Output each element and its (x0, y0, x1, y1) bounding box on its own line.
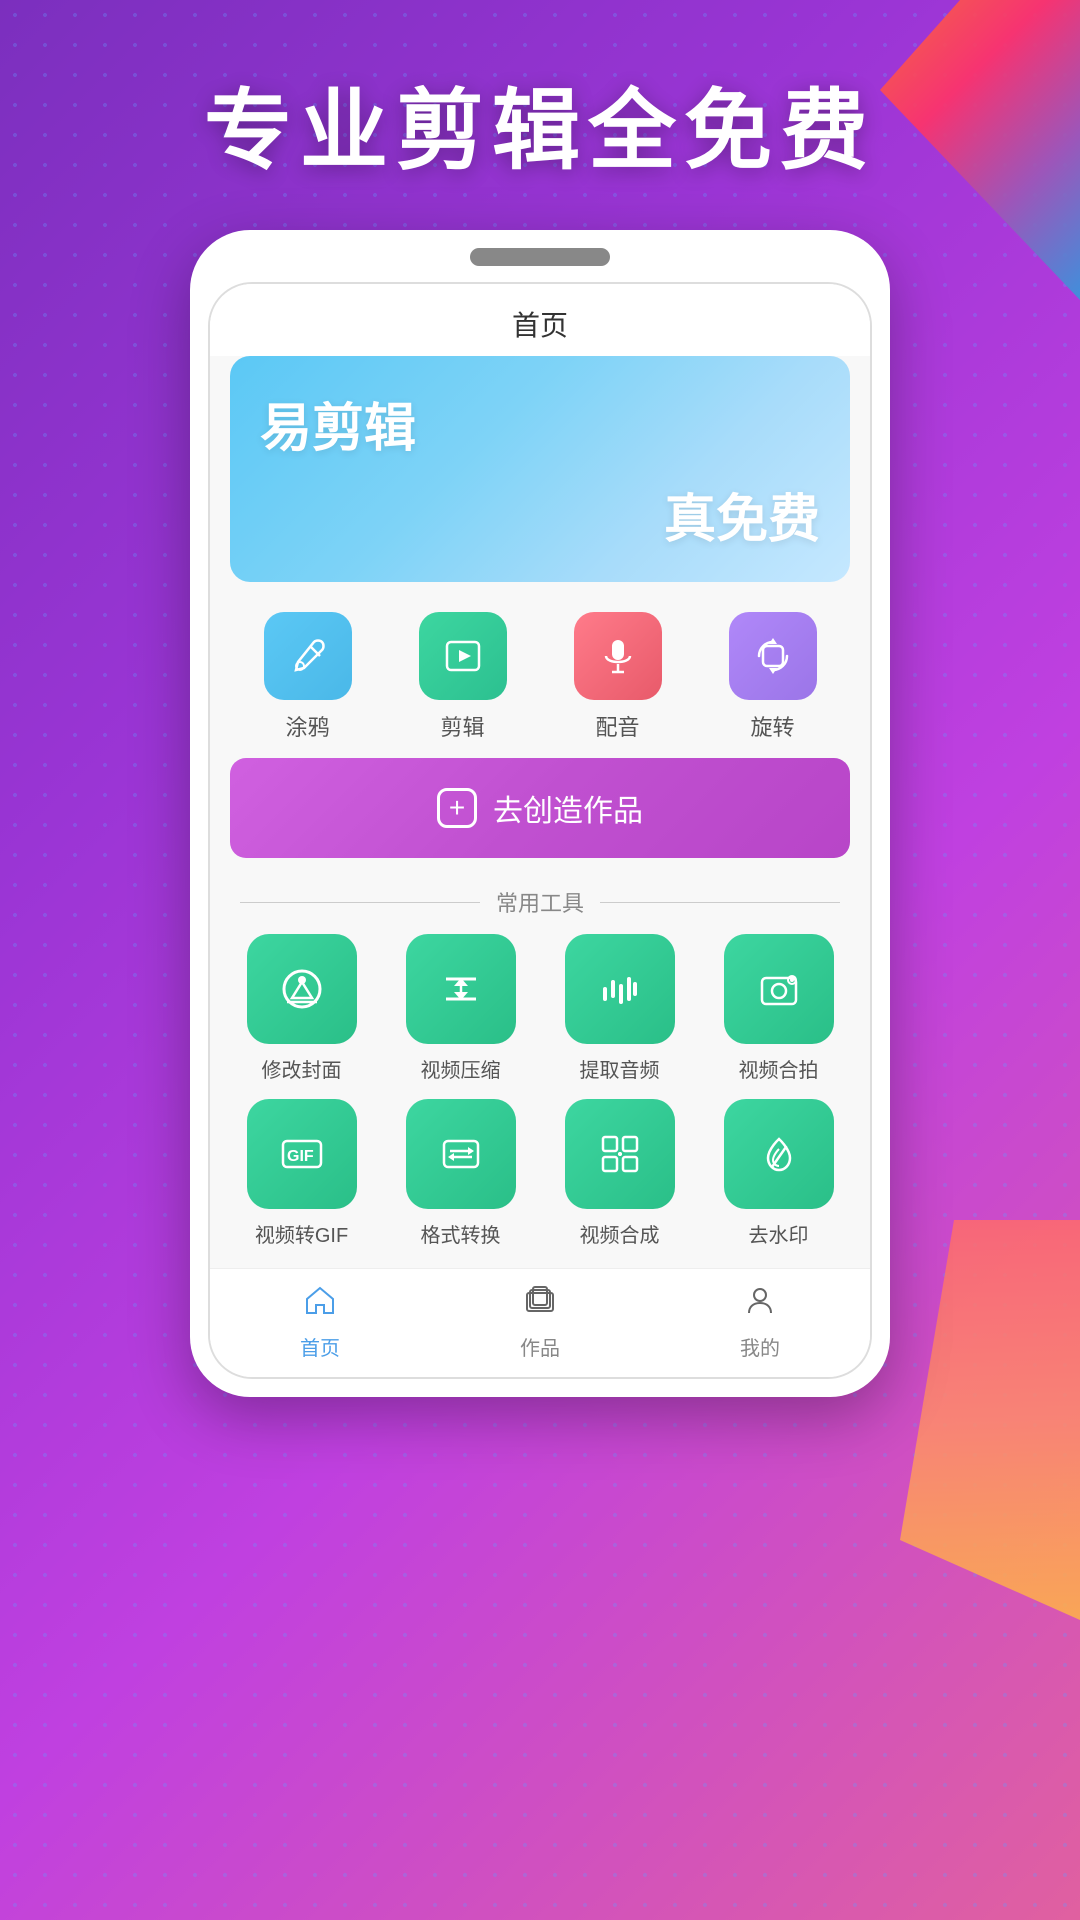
phone-mockup: 首页 易剪辑 真免费 (190, 230, 890, 1397)
collab-label: 视频合拍 (739, 1054, 819, 1083)
phone-outer: 首页 易剪辑 真免费 (190, 230, 890, 1397)
compose-label: 视频合成 (580, 1219, 660, 1248)
tool-compose[interactable]: 视频合成 (548, 1099, 691, 1248)
divider-left (240, 902, 480, 903)
cover-label: 修改封面 (262, 1054, 342, 1083)
bottom-nav: 首页 作品 (210, 1268, 870, 1377)
watermark-label: 去水印 (749, 1219, 809, 1248)
tool-edit[interactable]: 剪辑 (419, 612, 507, 742)
plus-icon: + (437, 788, 477, 828)
watermark-icon (724, 1099, 834, 1209)
tool-convert[interactable]: 格式转换 (389, 1099, 532, 1248)
convert-icon (406, 1099, 516, 1209)
mine-icon (743, 1283, 777, 1326)
screen-content: 首页 易剪辑 真免费 (210, 284, 870, 1377)
svg-text:GIF: GIF (287, 1148, 314, 1165)
tool-dubbing[interactable]: 配音 (574, 612, 662, 742)
section-title: 常用工具 (496, 886, 584, 918)
compose-icon (565, 1099, 675, 1209)
compress-icon (406, 934, 516, 1044)
tool-rotate[interactable]: 旋转 (729, 612, 817, 742)
works-label: 作品 (520, 1332, 560, 1361)
tool-audio[interactable]: 提取音频 (548, 934, 691, 1083)
audio-icon (565, 934, 675, 1044)
home-icon (303, 1283, 337, 1326)
dubbing-icon (574, 612, 662, 700)
page-title: 首页 (512, 310, 568, 341)
create-label: 去创造作品 (493, 786, 643, 830)
tools-grid: 修改封面 视频压缩 (210, 934, 870, 1268)
collab-icon (724, 934, 834, 1044)
section-divider: 常用工具 (210, 878, 870, 934)
works-icon (523, 1283, 557, 1326)
phone-screen: 首页 易剪辑 真免费 (208, 282, 872, 1379)
dubbing-label: 配音 (595, 710, 639, 742)
rotate-label: 旋转 (750, 710, 794, 742)
hero-text: 专业剪辑全免费 (0, 60, 1080, 187)
graffiti-icon (264, 612, 352, 700)
audio-label: 提取音频 (580, 1054, 660, 1083)
nav-works[interactable]: 作品 (520, 1283, 560, 1361)
tool-collab[interactable]: 视频合拍 (707, 934, 850, 1083)
gif-label: 视频转GIF (255, 1219, 348, 1248)
cover-icon (247, 934, 357, 1044)
screen-header: 首页 (210, 284, 870, 356)
nav-home[interactable]: 首页 (300, 1283, 340, 1361)
compress-label: 视频压缩 (421, 1054, 501, 1083)
tool-compress[interactable]: 视频压缩 (389, 934, 532, 1083)
tool-watermark[interactable]: 去水印 (707, 1099, 850, 1248)
tool-graffiti[interactable]: 涂鸦 (264, 612, 352, 742)
quick-tools-row: 涂鸦 剪辑 (210, 602, 870, 758)
create-button[interactable]: + 去创造作品 (230, 758, 850, 858)
gif-icon: GIF (247, 1099, 357, 1209)
home-label: 首页 (300, 1332, 340, 1361)
divider-right (600, 902, 840, 903)
mine-label: 我的 (740, 1332, 780, 1361)
graffiti-label: 涂鸦 (285, 710, 329, 742)
banner-subtitle: 真免费 (260, 477, 820, 552)
rotate-icon (729, 612, 817, 700)
banner-title: 易剪辑 (260, 386, 820, 461)
nav-mine[interactable]: 我的 (740, 1283, 780, 1361)
convert-label: 格式转换 (421, 1219, 501, 1248)
tool-cover[interactable]: 修改封面 (230, 934, 373, 1083)
banner: 易剪辑 真免费 (230, 356, 850, 582)
edit-label: 剪辑 (440, 710, 484, 742)
tool-gif[interactable]: GIF 视频转GIF (230, 1099, 373, 1248)
phone-notch (470, 248, 610, 266)
edit-icon (419, 612, 507, 700)
